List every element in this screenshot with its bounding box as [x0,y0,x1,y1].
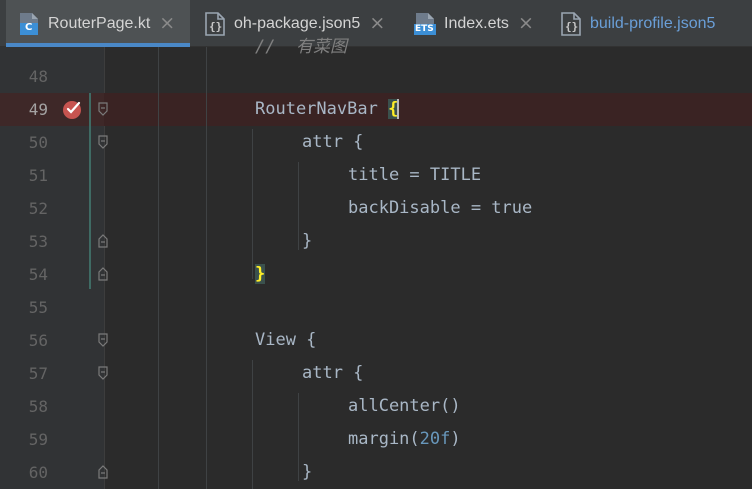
gutter-cell: 58 [0,390,104,423]
code-text: allCenter() [348,396,461,416]
code-text: View { [255,330,317,350]
indent-guide [158,47,159,489]
fold-open-icon[interactable] [98,333,108,347]
tab-label: Index.ets [444,14,509,32]
code-line: 52 backDisable = true [0,192,752,225]
code-text: backDisable = true [348,198,533,218]
close-icon[interactable]: × [159,14,175,33]
code-editor[interactable]: // 有菜图 48 49 RouterNavBar { 50 attr {51… [0,37,752,489]
line-number: 59 [28,430,48,449]
code-text: attr { [302,132,364,152]
fold-close-icon[interactable] [98,234,108,248]
line-number: 49 [28,100,48,119]
editor-tab-bar: C RouterPage.kt × {} oh-package.json5 × … [0,0,752,47]
line-number: 50 [28,133,48,152]
fold-open-icon[interactable] [98,102,108,116]
indent-guide [206,47,207,489]
code-line: 60 } [0,456,752,489]
kotlin-class-icon: C [18,12,40,36]
code-text: attr { [302,363,364,383]
json-file-icon: {} [204,11,226,36]
line-number: 54 [28,265,48,284]
gutter-cell: 57 [0,357,108,390]
code-line: 53 } [0,225,752,258]
gutter-cell: 56 [0,324,108,357]
indent-guide [252,129,253,279]
indent-guide [252,360,253,489]
line-number: 56 [28,331,48,350]
tab-label: oh-package.json5 [234,14,361,32]
code-text: RouterNavBar { [255,99,400,119]
fold-close-icon[interactable] [98,465,108,479]
code-line: 56 View { [0,324,752,357]
tab-build-profile-json5[interactable]: {} build-profile.json5 [560,0,752,47]
close-icon[interactable]: × [369,14,385,33]
line-number: 60 [28,463,48,482]
code-line: 48 [0,60,752,93]
tab-index-ets[interactable]: ETS Index.ets × [414,0,544,47]
code-line: 50 attr { [0,126,752,159]
fold-open-icon[interactable] [98,366,108,380]
gutter-cell: 48 [0,60,104,93]
tab-routerpage-kt[interactable]: C RouterPage.kt × [6,0,190,47]
gutter-cell: 60 [0,456,108,489]
matched-brace: } [255,264,266,284]
line-number: 51 [28,166,48,185]
line-number: 58 [28,397,48,416]
code-line: 51 title = TITLE [0,159,752,192]
code-text: title = TITLE [348,165,482,185]
line-number: 57 [28,364,48,383]
code-line-breakpoint: 49 RouterNavBar { [0,93,752,126]
code-text: } [302,231,313,251]
code-line: 59 margin(20f) [0,423,752,456]
gutter-cell: 55 [0,291,104,324]
breakpoint-check-icon[interactable] [62,100,82,120]
indent-guide [298,162,299,250]
line-number: 55 [28,298,48,317]
code-line: 54 } [0,258,752,291]
vcs-changed-lines-marker [89,93,91,289]
tab-label: build-profile.json5 [590,14,716,32]
fold-open-icon[interactable] [98,135,108,149]
line-number: 52 [28,199,48,218]
code-text: } [302,462,313,482]
ets-file-icon: ETS [414,12,436,36]
code-line: 57 attr { [0,357,752,390]
line-number: 53 [28,232,48,251]
number-literal: 20f [419,429,451,449]
tab-label: RouterPage.kt [48,14,151,32]
code-line: 58 allCenter() [0,390,752,423]
line-number: 48 [28,67,48,86]
gutter-cell: 59 [0,423,104,456]
code-text: margin(20f) [348,429,461,449]
close-icon[interactable]: × [518,14,534,33]
json-file-icon: {} [560,11,582,36]
code-line: 55 [0,291,752,324]
indent-guide [298,393,299,481]
text-caret [397,99,400,119]
fold-close-icon[interactable] [98,267,108,281]
code-text: } [255,258,266,291]
